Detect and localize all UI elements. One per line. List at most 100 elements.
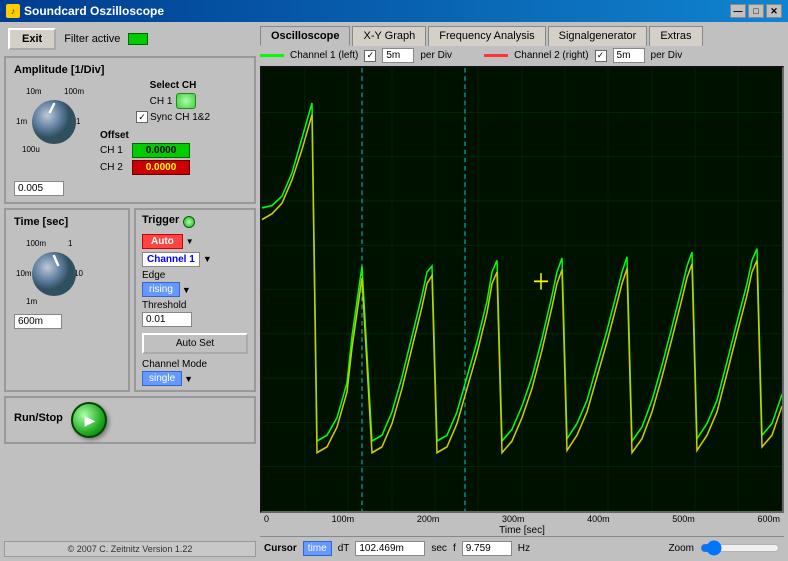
ch1-offset-label: CH 1 [100, 145, 128, 156]
sync-checkbox[interactable] [136, 111, 148, 123]
tab-signalgenerator[interactable]: Signalgenerator [548, 26, 648, 46]
select-ch-label: Select CH [150, 80, 197, 91]
ch2-perdiv-label: per Div [651, 50, 683, 61]
bottom-bar: Cursor time dT sec f Hz Zoom [260, 536, 784, 559]
knob-label-100u: 100u [22, 145, 40, 154]
tab-xy-graph[interactable]: X-Y Graph [352, 26, 426, 46]
svg-text:1: 1 [68, 239, 73, 248]
amplitude-knob-area: 10m 100m 1m 1 100u [14, 80, 94, 177]
channel-mode-arrow[interactable]: ▼ [184, 374, 193, 384]
mid-row: Time [sec] 100m 1 10m 10 1m [4, 208, 256, 392]
cursor-type-button[interactable]: time [303, 541, 332, 556]
amplitude-panel: Amplitude [1/Div] 10m 100m 1m 1 100u [4, 56, 256, 204]
ch2-visible-checkbox[interactable] [595, 50, 607, 62]
time-value-input[interactable] [14, 314, 62, 329]
trigger-indicator [183, 216, 195, 228]
sync-label: Sync CH 1&2 [150, 112, 210, 123]
window-controls: — □ ✕ [730, 4, 782, 18]
dt-label: dT [338, 543, 350, 554]
x-label-600m: 600m [757, 514, 780, 524]
x-axis-title: Time [sec] [260, 525, 784, 536]
amplitude-value-input[interactable] [14, 181, 64, 196]
edge-dropdown-arrow[interactable]: ▼ [182, 285, 191, 295]
offset-label: Offset [100, 130, 246, 141]
knob-label-100m: 100m [64, 87, 84, 96]
ch2-offset-row: CH 2 [100, 160, 246, 175]
zoom-slider[interactable] [700, 540, 780, 556]
copyright: © 2007 C. Zeitnitz Version 1.22 [4, 541, 256, 557]
runstop-title: Run/Stop [14, 412, 63, 424]
time-knob[interactable]: 100m 1 10m 10 1m [14, 232, 94, 312]
filter-indicator [128, 33, 148, 45]
zoom-label: Zoom [668, 543, 694, 554]
time-title: Time [sec] [14, 216, 120, 228]
runstop-button[interactable]: ▶ [71, 402, 107, 438]
cursor-label: Cursor [264, 543, 297, 554]
f-label: f [453, 543, 456, 554]
auto-dropdown-arrow[interactable]: ▼ [186, 237, 194, 246]
svg-text:100m: 100m [26, 239, 46, 248]
runstop-panel: Run/Stop ▶ [4, 396, 256, 444]
minimize-button[interactable]: — [730, 4, 746, 18]
threshold-input[interactable] [142, 312, 192, 327]
edge-label: Edge [142, 270, 248, 281]
ch1-indicator [176, 93, 196, 109]
channel-row: Channel 1 (left) per Div Channel 2 (righ… [260, 48, 784, 63]
tab-extras[interactable]: Extras [649, 26, 702, 46]
ch1-visible-checkbox[interactable] [364, 50, 376, 62]
amplitude-knob[interactable]: 10m 100m 1m 1 100u [14, 80, 94, 160]
knob-label-1: 1 [76, 117, 81, 126]
ch2-channel-label: Channel 2 (right) [514, 50, 588, 61]
f-value-input[interactable] [462, 541, 512, 556]
tabs: Oscilloscope X-Y Graph Frequency Analysi… [260, 24, 784, 46]
autoset-button[interactable]: Auto Set [142, 333, 248, 354]
channel-select-button[interactable]: Channel 1 [142, 252, 200, 267]
x-label-500m: 500m [672, 514, 695, 524]
amplitude-title: Amplitude [1/Div] [14, 64, 246, 76]
ch1-perdiv-input[interactable] [382, 48, 414, 63]
x-label-0: 0 [264, 514, 269, 524]
close-button[interactable]: ✕ [766, 4, 782, 18]
exit-button[interactable]: Exit [8, 28, 56, 50]
right-panel: Oscilloscope X-Y Graph Frequency Analysi… [260, 22, 788, 561]
ch2-offset-label: CH 2 [100, 162, 128, 173]
app-title: Soundcard Oszilloscope [24, 4, 164, 18]
trigger-header: Trigger [142, 214, 248, 230]
ch1-color-line [260, 54, 284, 57]
dt-unit: sec [431, 543, 447, 554]
svg-text:1m: 1m [26, 297, 37, 306]
scope-display[interactable] [262, 68, 782, 511]
top-controls: Exit Filter active [4, 26, 256, 52]
title-bar: ♪ Soundcard Oszilloscope — □ ✕ [0, 0, 788, 22]
offset-section: Offset CH 1 CH 2 [100, 130, 246, 177]
amplitude-bottom [14, 181, 246, 196]
x-label-100m: 100m [332, 514, 355, 524]
sync-checkbox-row[interactable]: Sync CH 1&2 [136, 111, 210, 123]
knob-label-10m: 10m [26, 87, 42, 96]
channel-mode-button[interactable]: single [142, 371, 182, 386]
ch1-offset-input[interactable] [132, 143, 190, 158]
ch1-offset-row: CH 1 [100, 143, 246, 158]
ch1-perdiv-label: per Div [420, 50, 452, 61]
tab-oscilloscope[interactable]: Oscilloscope [260, 26, 350, 46]
trigger-panel: Trigger Auto ▼ Channel 1 ▼ Edge rising ▼… [134, 208, 256, 392]
threshold-label: Threshold [142, 300, 248, 311]
ch2-color-line [484, 54, 508, 57]
time-panel: Time [sec] 100m 1 10m 10 1m [4, 208, 130, 392]
tab-frequency[interactable]: Frequency Analysis [428, 26, 545, 46]
ch2-offset-input[interactable] [132, 160, 190, 175]
channel-dropdown-arrow[interactable]: ▼ [203, 254, 212, 264]
x-axis-labels: 0 100m 200m 300m 400m 500m 600m [260, 513, 784, 525]
dt-value-input[interactable] [355, 541, 425, 556]
play-icon: ▶ [85, 412, 96, 429]
left-panel: Exit Filter active Amplitude [1/Div] 10m… [0, 22, 260, 561]
edge-button[interactable]: rising [142, 282, 180, 297]
filter-label: Filter active [64, 33, 120, 45]
scope-container [260, 66, 784, 513]
maximize-button[interactable]: □ [748, 4, 764, 18]
auto-button[interactable]: Auto [142, 234, 183, 249]
select-ch-area: Select CH CH 1 Sync CH 1&2 [100, 80, 246, 123]
ch2-perdiv-input[interactable] [613, 48, 645, 63]
amplitude-knob-container: 10m 100m 1m 1 100u [14, 80, 94, 160]
app-icon: ♪ [6, 4, 20, 18]
